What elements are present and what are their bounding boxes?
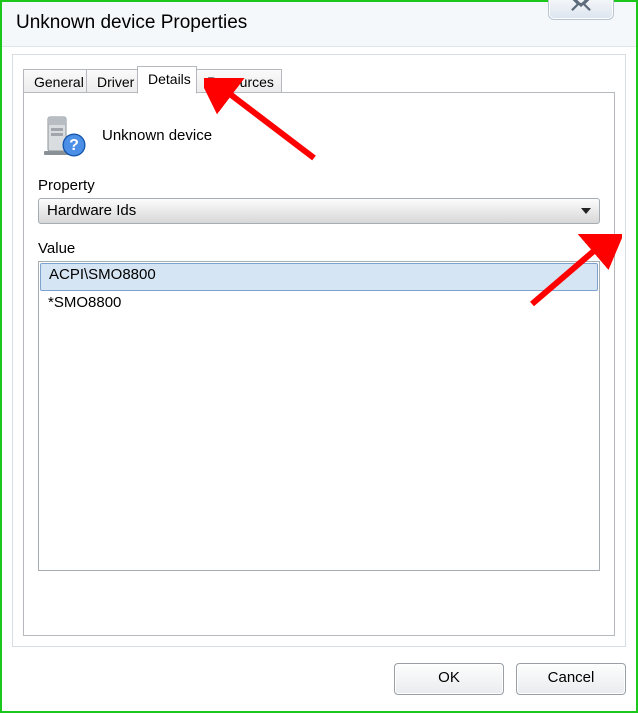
button-bar: OK Cancel: [12, 663, 626, 699]
tab-resources[interactable]: Resources: [196, 69, 282, 93]
dialog-body: General Driver Details Resources: [12, 54, 626, 647]
tab-details[interactable]: Details: [137, 66, 197, 94]
svg-text:?: ?: [69, 137, 79, 154]
window-title: Unknown device Properties: [16, 12, 247, 34]
cancel-button[interactable]: Cancel: [516, 663, 626, 695]
tab-driver[interactable]: Driver: [86, 69, 138, 93]
list-item[interactable]: ACPI\SMO8800: [40, 263, 598, 291]
tab-strip: General Driver Details Resources: [23, 65, 615, 93]
chevron-down-icon: [581, 208, 591, 214]
device-icon: ?: [38, 111, 94, 159]
property-dropdown[interactable]: Hardware Ids: [38, 198, 600, 224]
property-label: Property: [38, 177, 600, 194]
property-selected-value: Hardware Ids: [47, 202, 136, 219]
tab-general[interactable]: General: [23, 69, 87, 93]
close-icon: [570, 0, 592, 11]
value-label: Value: [38, 240, 600, 257]
ok-button[interactable]: OK: [394, 663, 504, 695]
value-listbox[interactable]: ACPI\SMO8800 *SMO8800: [38, 261, 600, 571]
title-bar: Unknown device Properties: [2, 2, 636, 47]
tab-page-details: ? Unknown device Property Hardware Ids V…: [23, 93, 615, 636]
list-item[interactable]: *SMO8800: [40, 292, 598, 318]
close-button[interactable]: [548, 0, 614, 20]
device-name-label: Unknown device: [94, 127, 212, 144]
